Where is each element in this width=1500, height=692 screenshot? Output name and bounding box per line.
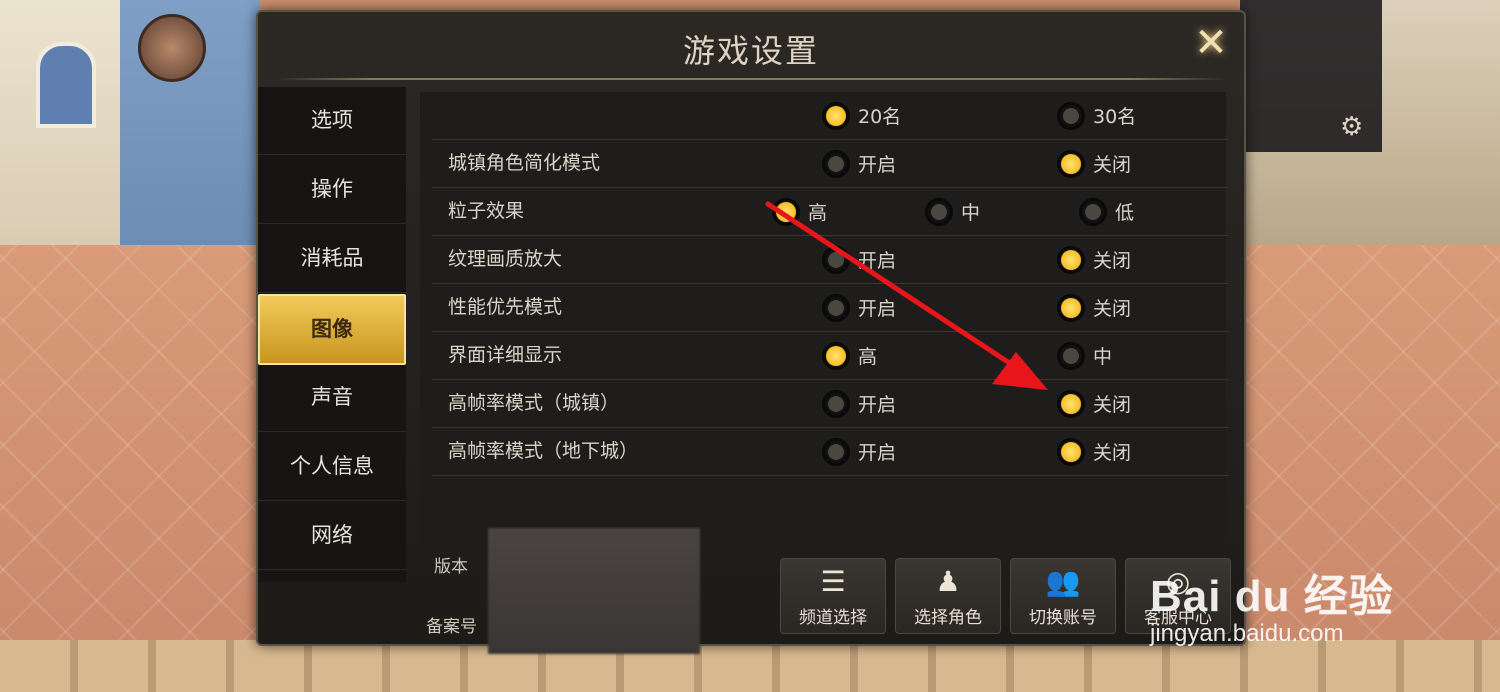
graphics-settings-list: 20名 30名 城镇角色简化模式 开启 关闭 粒子效果 高 中 低 纹理画质放大… — [420, 92, 1228, 547]
radio-unselected[interactable] — [822, 437, 850, 466]
option-20[interactable]: 20名 — [822, 92, 901, 139]
row-label: 高帧率模式（城镇） — [448, 392, 620, 414]
option-on[interactable]: 开启 — [822, 284, 896, 331]
option-off[interactable]: 关闭 — [1057, 380, 1131, 427]
users-icon: 👥 — [1045, 565, 1081, 598]
option-medium[interactable]: 中 — [1057, 332, 1112, 379]
option-high[interactable]: 高 — [822, 332, 877, 379]
radio-selected[interactable] — [1057, 389, 1085, 418]
row-label: 纹理画质放大 — [448, 248, 563, 270]
sidebar-item-controls[interactable]: 操作 — [258, 156, 406, 224]
settings-row: 20名 30名 — [432, 92, 1228, 140]
radio-unselected[interactable] — [1057, 101, 1085, 130]
watermark-url: jingyan.baidu.com — [1150, 620, 1344, 647]
settings-row: 粒子效果 高 中 低 — [432, 188, 1228, 236]
version-label: 版本 — [434, 557, 468, 577]
option-off[interactable]: 关闭 — [1057, 236, 1131, 283]
player-avatar[interactable] — [138, 14, 206, 82]
option-on[interactable]: 开启 — [822, 140, 896, 187]
option-label: 高 — [808, 202, 828, 224]
watermark-logo: Bai du 经验 — [1150, 572, 1394, 621]
radio-unselected[interactable] — [1057, 341, 1085, 370]
title-divider — [276, 78, 1226, 80]
radio-selected[interactable] — [1057, 437, 1085, 466]
sidebar-item-profile[interactable]: 个人信息 — [258, 433, 406, 501]
radio-selected[interactable] — [772, 197, 800, 226]
option-label: 20名 — [858, 106, 902, 128]
option-off[interactable]: 关闭 — [1057, 140, 1131, 187]
option-on[interactable]: 开启 — [822, 428, 896, 475]
option-label: 关闭 — [1093, 442, 1132, 464]
button-label: 频道选择 — [799, 608, 867, 628]
option-label: 关闭 — [1093, 250, 1132, 272]
option-on[interactable]: 开启 — [822, 380, 896, 427]
option-label: 低 — [1115, 202, 1135, 224]
radio-selected[interactable] — [822, 101, 850, 130]
option-label: 开启 — [858, 442, 897, 464]
radio-unselected[interactable] — [822, 389, 850, 418]
settings-row: 城镇角色简化模式 开启 关闭 — [432, 140, 1228, 188]
option-label: 关闭 — [1093, 298, 1132, 320]
radio-selected[interactable] — [1057, 293, 1085, 322]
settings-sidebar: 选项 操作 消耗品 图像 声音 个人信息 网络 — [258, 87, 406, 582]
option-label: 高 — [858, 346, 878, 368]
radio-unselected[interactable] — [822, 293, 850, 322]
baidu-watermark: Bai du 经验 jingyan.baidu.com — [1150, 560, 1394, 648]
sidebar-item-graphics[interactable]: 图像 — [258, 294, 406, 365]
option-medium[interactable]: 中 — [925, 188, 980, 235]
radio-unselected[interactable] — [822, 245, 850, 274]
option-30[interactable]: 30名 — [1057, 92, 1136, 139]
character-icon: ♟ — [935, 565, 961, 598]
select-character-button[interactable]: ♟ 选择角色 — [895, 558, 1001, 634]
button-label: 选择角色 — [914, 608, 982, 628]
settings-row: 高帧率模式（城镇） 开启 关闭 — [432, 380, 1228, 428]
settings-row: 纹理画质放大 开启 关闭 — [432, 236, 1228, 284]
option-high[interactable]: 高 — [772, 188, 827, 235]
sidebar-item-sound[interactable]: 声音 — [258, 364, 406, 432]
row-label: 性能优先模式 — [448, 296, 563, 318]
option-label: 中 — [961, 202, 981, 224]
settings-row: 高帧率模式（地下城） 开启 关闭 — [432, 428, 1228, 476]
radio-unselected[interactable] — [822, 149, 850, 178]
row-label: 粒子效果 — [448, 200, 525, 222]
radio-unselected[interactable] — [925, 197, 953, 226]
radio-selected[interactable] — [1057, 245, 1085, 274]
button-label: 切换账号 — [1029, 608, 1097, 628]
option-off[interactable]: 关闭 — [1057, 284, 1131, 331]
game-settings-dialog: 游戏设置 ✕ 选项 操作 消耗品 图像 声音 个人信息 网络 20名 30名 城… — [256, 10, 1246, 654]
radio-unselected[interactable] — [1079, 197, 1107, 226]
gear-icon[interactable]: ⚙ — [1340, 112, 1363, 142]
record-number-label: 备案号 — [426, 617, 477, 637]
close-icon[interactable]: ✕ — [1188, 20, 1234, 66]
channel-select-button[interactable]: ☰ 频道选择 — [780, 558, 886, 634]
row-label: 城镇角色简化模式 — [448, 152, 601, 174]
sidebar-item-options[interactable]: 选项 — [258, 87, 406, 155]
sidebar-item-network[interactable]: 网络 — [258, 502, 406, 570]
row-label: 高帧率模式（地下城） — [448, 440, 639, 462]
option-label: 关闭 — [1093, 154, 1132, 176]
arched-window — [36, 42, 96, 128]
option-on[interactable]: 开启 — [822, 236, 896, 283]
settings-row: 界面详细显示 高 中 — [432, 332, 1228, 380]
switch-account-button[interactable]: 👥 切换账号 — [1010, 558, 1116, 634]
settings-row: 性能优先模式 开启 关闭 — [432, 284, 1228, 332]
option-label: 中 — [1093, 346, 1113, 368]
option-label: 关闭 — [1093, 394, 1132, 416]
sidebar-item-consumables[interactable]: 消耗品 — [258, 225, 406, 293]
blurred-info — [488, 528, 700, 654]
option-off[interactable]: 关闭 — [1057, 428, 1131, 475]
option-label: 30名 — [1093, 106, 1137, 128]
radio-selected[interactable] — [822, 341, 850, 370]
building-left-background — [0, 0, 120, 245]
dialog-title: 游戏设置 — [682, 32, 819, 70]
option-low[interactable]: 低 — [1079, 188, 1134, 235]
option-label: 开启 — [858, 250, 897, 272]
option-label: 开启 — [858, 394, 897, 416]
option-label: 开启 — [858, 154, 897, 176]
list-icon: ☰ — [820, 565, 846, 598]
radio-selected[interactable] — [1057, 149, 1085, 178]
option-label: 开启 — [858, 298, 897, 320]
row-label: 界面详细显示 — [448, 344, 563, 366]
